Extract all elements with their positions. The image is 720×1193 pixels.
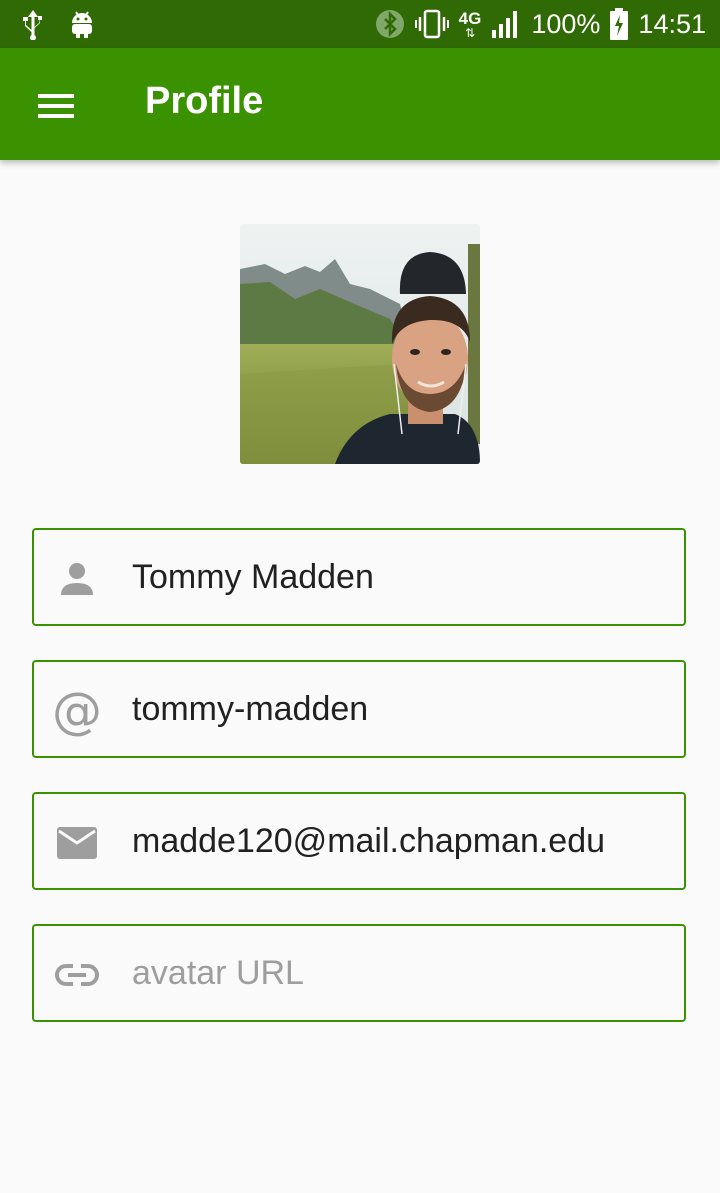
email-field[interactable]: madde120@mail.chapman.edu: [32, 792, 686, 890]
username-value: tommy-madden: [132, 690, 369, 728]
link-icon: [52, 950, 102, 1000]
page-title: Profile: [145, 80, 264, 122]
battery-charging-icon: [610, 8, 629, 40]
profile-avatar[interactable]: [240, 224, 480, 464]
avatar-url-input[interactable]: [132, 926, 672, 1020]
battery-percent: 100%: [531, 8, 601, 39]
status-bar: 4G ⇅ 100% 14:51: [0, 0, 720, 48]
usb-icon: [20, 8, 46, 40]
name-value: Tommy Madden: [132, 558, 374, 596]
hamburger-menu-icon[interactable]: [38, 94, 74, 118]
email-value: madde120@mail.chapman.edu: [132, 822, 606, 860]
bluetooth-icon: [375, 9, 405, 39]
name-field[interactable]: Tommy Madden: [32, 528, 686, 626]
android-debug-icon: [68, 9, 96, 39]
person-icon: [52, 554, 102, 604]
signal-icon: [491, 10, 521, 38]
network-type-icon: 4G ⇅: [458, 8, 482, 40]
username-field[interactable]: @ tommy-madden: [32, 660, 686, 758]
avatar-url-field[interactable]: [32, 924, 686, 1022]
vibrate-icon: [414, 9, 449, 39]
mail-icon: [52, 818, 102, 868]
at-icon: @: [52, 682, 102, 740]
app-toolbar: Profile: [0, 48, 720, 160]
clock: 14:51: [638, 8, 706, 39]
